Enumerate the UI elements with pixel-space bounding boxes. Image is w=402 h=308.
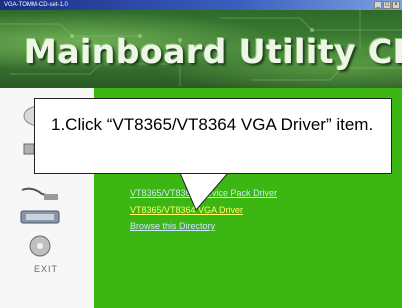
service-pack-driver-link[interactable]: VT8365/VT8364 Service Pack Driver (130, 188, 277, 198)
window-title: VGA-TOMM-CD-set-1.0 (4, 2, 68, 8)
close-button[interactable]: × (392, 1, 400, 9)
minimize-button[interactable]: _ (374, 1, 382, 9)
callout-text: 1.Click “VT8365/VT8364 VGA Driver” item. (51, 115, 374, 134)
banner-title: Mainboard Utility CD (24, 32, 402, 71)
banner: Mainboard Utility CD (0, 10, 402, 88)
vga-driver-link[interactable]: VT8365/VT8364 VGA Driver (130, 205, 243, 215)
document-icon[interactable] (18, 184, 62, 204)
disc-icon[interactable] (26, 234, 54, 258)
instruction-callout: 1.Click “VT8365/VT8364 VGA Driver” item. (34, 98, 392, 174)
application-window: VGA-TOMM-CD-set-1.0 _ □ × Mainboard Util… (0, 0, 402, 308)
exit-button[interactable]: EXIT (34, 264, 58, 274)
browse-directory-link[interactable]: Browse this Directory (130, 221, 215, 231)
window-controls: _ □ × (374, 1, 400, 9)
maximize-button[interactable]: □ (383, 1, 391, 9)
title-bar[interactable]: VGA-TOMM-CD-set-1.0 _ □ × (0, 0, 402, 10)
bios-icon[interactable] (20, 210, 60, 224)
